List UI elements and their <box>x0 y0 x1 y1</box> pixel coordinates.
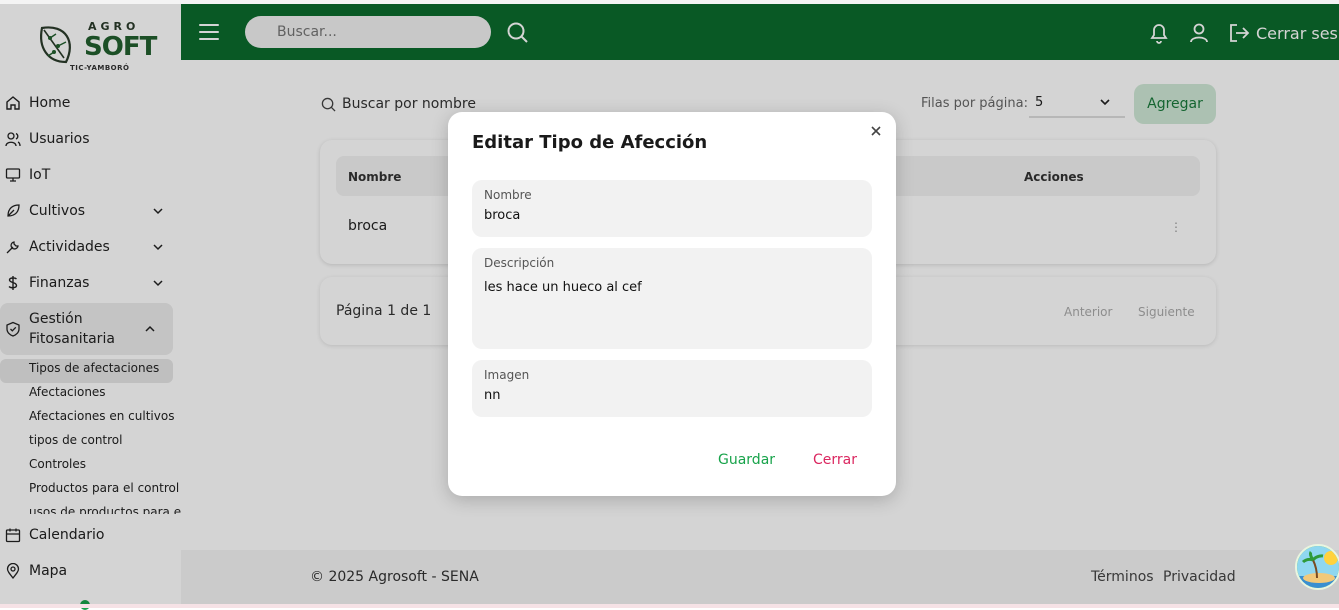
nombre-field[interactable]: Nombre broca <box>472 180 872 237</box>
imagen-field[interactable]: Imagen nn <box>472 360 872 417</box>
close-icon[interactable] <box>869 124 883 138</box>
nombre-label: Nombre <box>484 188 532 202</box>
modal-title: Editar Tipo de Afección <box>472 132 708 153</box>
descripcion-field[interactable]: Descripción les hace un hueco al cef <box>472 248 872 349</box>
cancel-button[interactable]: Cerrar <box>813 452 857 468</box>
bottom-strip <box>0 604 1339 608</box>
imagen-value: nn <box>484 388 501 403</box>
save-button[interactable]: Guardar <box>718 452 775 468</box>
descripcion-label: Descripción <box>484 256 555 270</box>
edit-modal: Editar Tipo de Afección Nombre broca Des… <box>448 112 896 496</box>
descripcion-value: les hace un hueco al cef <box>484 280 642 295</box>
imagen-label: Imagen <box>484 368 530 382</box>
assistant-avatar[interactable] <box>1295 544 1339 590</box>
island-icon <box>1297 546 1339 588</box>
nombre-value: broca <box>484 208 521 223</box>
